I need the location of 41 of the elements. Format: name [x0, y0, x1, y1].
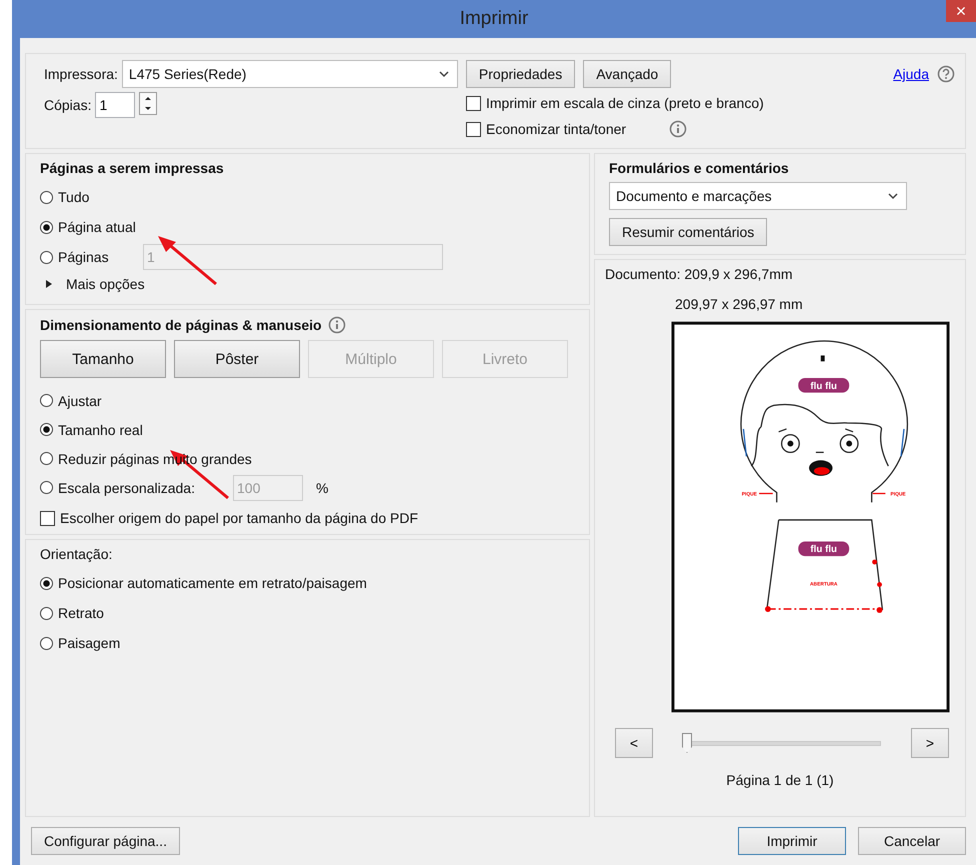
help-link[interactable]: Ajuda — [893, 66, 929, 82]
printer-button[interactable]: Propriedades — [466, 60, 576, 88]
printer-dropdown[interactable]: L475 Series(Rede) — [122, 60, 458, 88]
radio-label: Posicionar automaticamente em retrato/paisagem — [58, 575, 367, 591]
radio-label: Escala personalizada: — [58, 480, 196, 496]
sizing-button[interactable]: Pôster — [174, 340, 300, 378]
percent-label: % — [316, 480, 328, 496]
previous-page-button[interactable]: < — [615, 728, 653, 758]
radio-label: Tudo — [58, 189, 90, 205]
logo-text: flu flu — [810, 544, 837, 556]
next-page-button[interactable]: > — [911, 728, 949, 758]
printer-label: Impressora: — [44, 66, 118, 82]
section-title: Orientação: — [40, 546, 114, 562]
section-title: Dimensionamento de páginas & manuseio — [40, 317, 322, 333]
page-setup-button[interactable]: Configurar página... — [31, 827, 180, 855]
logo-text: flu flu — [810, 380, 837, 392]
printer-button[interactable]: Avançado — [583, 60, 672, 88]
radio-label: Ajustar — [58, 392, 102, 408]
close-button[interactable]: × — [946, 0, 976, 22]
document-size: Documento: 209,9 x 296,7mm — [605, 266, 793, 282]
radio-label: Páginas — [58, 249, 110, 265]
print-button[interactable]: Imprimir — [738, 827, 846, 855]
radio-label: Retrato — [58, 605, 104, 621]
window-title: Imprimir — [460, 8, 528, 30]
copies-label: Cópias: — [44, 97, 92, 113]
paper-size: 209,97 x 296,97 mm — [675, 296, 803, 312]
checkbox-label: Economizar tinta/toner — [486, 121, 626, 137]
section-title: Formulários e comentários — [609, 160, 790, 176]
page-counter: Página 1 de 1 (1) — [726, 772, 834, 788]
forms-dropdown[interactable]: Documento e marcações — [609, 182, 907, 210]
section-title: Páginas a serem impressas — [40, 160, 225, 176]
summarize-button[interactable]: Resumir comentários — [609, 218, 768, 246]
radio-label: Paisagem — [58, 635, 120, 651]
radio-label: Página atual — [58, 219, 136, 235]
more-options-label[interactable]: Mais opções — [66, 276, 145, 292]
checkbox-label: Escolher origem do papel por tamanho da página do PDF — [60, 510, 418, 526]
cancel-button[interactable]: Cancelar — [858, 827, 966, 855]
checkbox-label: Imprimir em escala de cinza (preto e branco) — [486, 95, 764, 111]
copies-field[interactable]: 1 — [95, 92, 136, 118]
radio-label: Tamanho real — [58, 422, 143, 438]
sizing-button[interactable]: Tamanho — [40, 340, 166, 378]
